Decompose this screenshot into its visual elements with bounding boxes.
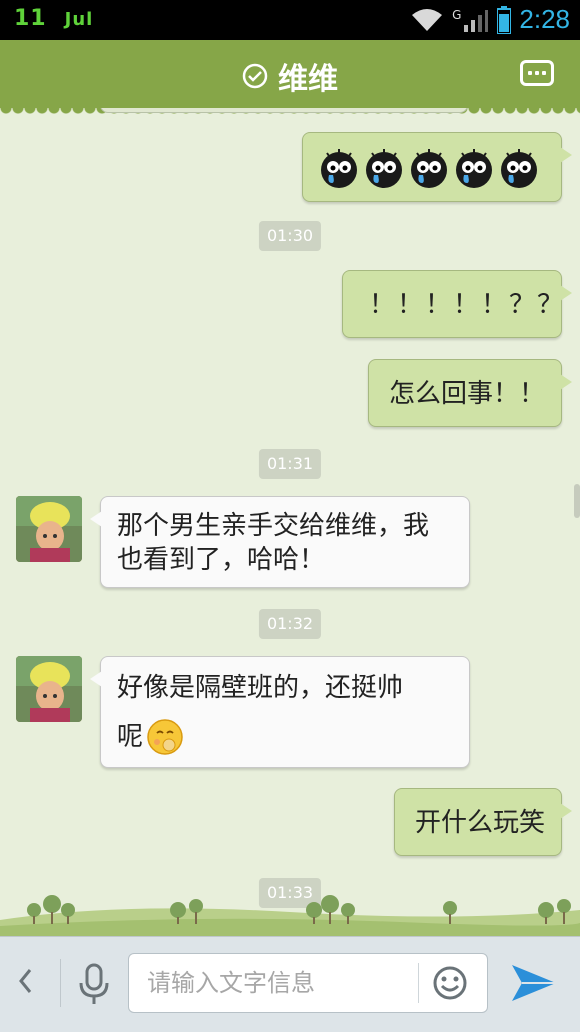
- dot-icon: [528, 71, 532, 75]
- message-bubble-sent[interactable]: ！！！！！？？: [342, 270, 572, 338]
- signal-icon: [464, 9, 489, 32]
- contact-name: 维维: [278, 62, 338, 97]
- voice-input-button[interactable]: [76, 963, 112, 1011]
- message-text-line: 也看到了，哈哈！: [117, 545, 326, 575]
- partial-bubble-top: [100, 108, 468, 113]
- emoji-button[interactable]: [432, 965, 468, 1005]
- avatar[interactable]: [16, 496, 82, 562]
- sticker-message[interactable]: [302, 132, 572, 202]
- chat-area[interactable]: 01:30 ！！！！！？？ 怎么回事！！ 01:31 那个男生亲手交给维维，我 …: [0, 108, 580, 936]
- avatar-photo-icon: [16, 496, 82, 562]
- message-text-line: 好像是隔壁班的，还挺帅: [117, 673, 404, 703]
- message-text-line: 那个男生亲手交给维维，我: [117, 511, 430, 541]
- check-circle-icon: [242, 63, 268, 89]
- message-text: 怎么回事！！: [389, 379, 546, 409]
- collapse-arrow-button[interactable]: [18, 967, 32, 1002]
- network-type-label: G: [452, 7, 462, 22]
- timestamp: 01:31: [258, 449, 322, 479]
- smiley-icon: [433, 966, 467, 1000]
- message-text-line-2: 呢: [117, 717, 453, 757]
- scrollbar[interactable]: [574, 484, 580, 518]
- send-button[interactable]: [510, 961, 558, 1009]
- message-bubble-received[interactable]: 好像是隔壁班的，还挺帅 呢: [90, 656, 470, 768]
- paper-plane-icon: [512, 965, 556, 1001]
- shy-emoji-icon: [147, 719, 183, 755]
- crying-sticker-icons: [321, 148, 538, 189]
- status-time: 2:28: [519, 4, 570, 34]
- microphone-icon: [79, 963, 109, 1004]
- status-date: 11 Jul: [14, 6, 93, 31]
- message-text: 呢: [117, 722, 144, 752]
- timestamp: 01:32: [258, 609, 322, 639]
- status-date-month: Jul: [64, 9, 94, 30]
- more-options-button[interactable]: [520, 60, 554, 86]
- divider: [60, 959, 61, 1007]
- wifi-icon: [412, 8, 443, 31]
- dot-icon: [535, 71, 539, 75]
- divider: [418, 963, 419, 1003]
- landscape-decoration: [0, 895, 580, 936]
- battery-icon: [497, 5, 512, 34]
- message-text: 开什么玩笑: [415, 808, 546, 838]
- status-date-day: 11: [14, 6, 47, 31]
- timestamp: 01:30: [258, 221, 322, 251]
- dot-icon: [542, 71, 546, 75]
- message-bubble-received[interactable]: 那个男生亲手交给维维，我 也看到了，哈哈！: [90, 496, 470, 588]
- message-bubble-sent[interactable]: 怎么回事！！: [368, 359, 572, 427]
- chevron-left-icon: [19, 969, 32, 993]
- chat-title: 维维: [0, 54, 580, 98]
- avatar-photo-icon: [16, 656, 82, 722]
- status-icons: G 2:28: [410, 4, 570, 35]
- title-bar: 维维: [0, 40, 580, 116]
- message-text: ！！！！！？？: [369, 290, 566, 320]
- message-bubble-sent[interactable]: 开什么玩笑: [394, 788, 572, 856]
- input-bar: 请输入文字信息: [0, 936, 580, 1032]
- avatar[interactable]: [16, 656, 82, 722]
- status-bar: 11 Jul G 2:28: [0, 0, 580, 40]
